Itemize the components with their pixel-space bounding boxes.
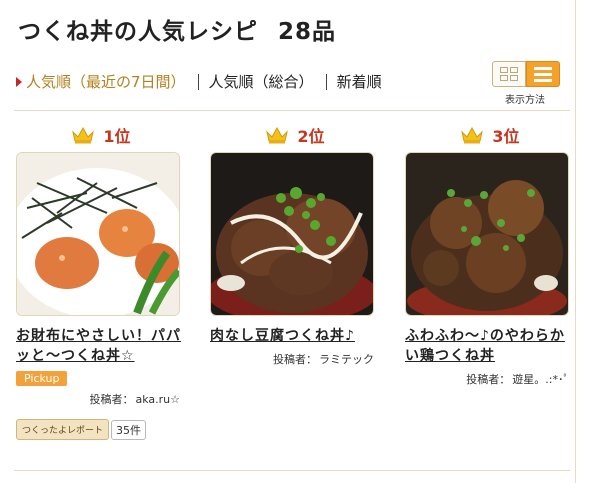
- page-title-text: つくね丼の人気レシピ: [18, 19, 258, 45]
- cook-report[interactable]: つくったよレポート 35件: [16, 419, 147, 440]
- recipe-photo[interactable]: [405, 152, 569, 316]
- view-toggle: [492, 61, 560, 87]
- recipe-author: 投稿者： aka.ru☆: [16, 391, 186, 407]
- crown-icon: [266, 126, 289, 144]
- section-bottom-divider: [14, 470, 570, 471]
- page-right-border: [575, 0, 576, 483]
- recipe-author: 投稿者： 遊星。.:*･ﾟ: [405, 371, 575, 387]
- author-label: 投稿者：: [273, 353, 317, 366]
- recipe-title-link[interactable]: お財布にやさしい！パパッと〜つくね丼☆: [16, 326, 186, 366]
- author-name[interactable]: 遊星。.:*･ﾟ: [512, 373, 569, 386]
- rank-text: 3位: [492, 127, 520, 146]
- author-name[interactable]: aka.ru☆: [135, 393, 180, 406]
- sort-divider: [197, 73, 199, 90]
- view-toggle-label: 表示方法: [505, 95, 545, 106]
- sort-popular-total[interactable]: 人気順（総合）: [209, 71, 314, 92]
- recipe-card: 3位 ふわふわ〜♪のやわらかい鶏つくね丼 投稿者： 遊星。.:*･ﾟ: [405, 123, 575, 387]
- rank-text: 1位: [103, 127, 131, 146]
- sort-divider: [325, 73, 327, 90]
- pickup-badge: Pickup: [16, 371, 68, 386]
- recipe-author: 投稿者： ラミテック: [210, 351, 380, 367]
- list-view-button[interactable]: [526, 61, 560, 87]
- grid-view-icon: [500, 67, 518, 81]
- recipe-title-link[interactable]: ふわふわ〜♪のやわらかい鶏つくね丼: [405, 326, 575, 366]
- header-divider: [14, 110, 570, 111]
- crown-icon: [72, 126, 95, 144]
- recipe-count: 28品: [278, 19, 337, 45]
- cook-report-count: 35件: [111, 419, 147, 440]
- sort-active-arrow-icon: [16, 76, 22, 87]
- author-label: 投稿者：: [466, 373, 511, 386]
- rank-label: 2位: [210, 123, 380, 147]
- recipe-photo[interactable]: [210, 152, 374, 316]
- rank-label: 1位: [16, 123, 186, 147]
- recipe-card: 1位 お財布にやさしい！パパッと〜つくね丼☆ Pickup 投稿者： aka.ru…: [16, 123, 186, 407]
- crown-icon: [461, 126, 484, 144]
- page-title: つくね丼の人気レシピ 28品: [18, 12, 336, 46]
- sort-bar: 人気順（最近の7日間） 人気順（総合） 新着順: [16, 71, 382, 92]
- list-view-icon: [534, 66, 552, 82]
- sort-popular-recent[interactable]: 人気順（最近の7日間）: [26, 71, 186, 92]
- author-label: 投稿者：: [89, 393, 134, 406]
- recipe-photo[interactable]: [16, 152, 180, 316]
- author-name[interactable]: ラミテック: [319, 353, 374, 366]
- sort-newest[interactable]: 新着順: [337, 71, 382, 92]
- rank-label: 3位: [405, 123, 575, 147]
- recipe-card: 2位 肉なし豆腐つくね丼♪ 投稿者： ラミテック: [210, 123, 380, 367]
- grid-view-button[interactable]: [492, 61, 526, 87]
- rank-text: 2位: [297, 127, 325, 146]
- cook-report-label[interactable]: つくったよレポート: [16, 419, 110, 440]
- recipe-title-link[interactable]: 肉なし豆腐つくね丼♪: [210, 326, 380, 346]
